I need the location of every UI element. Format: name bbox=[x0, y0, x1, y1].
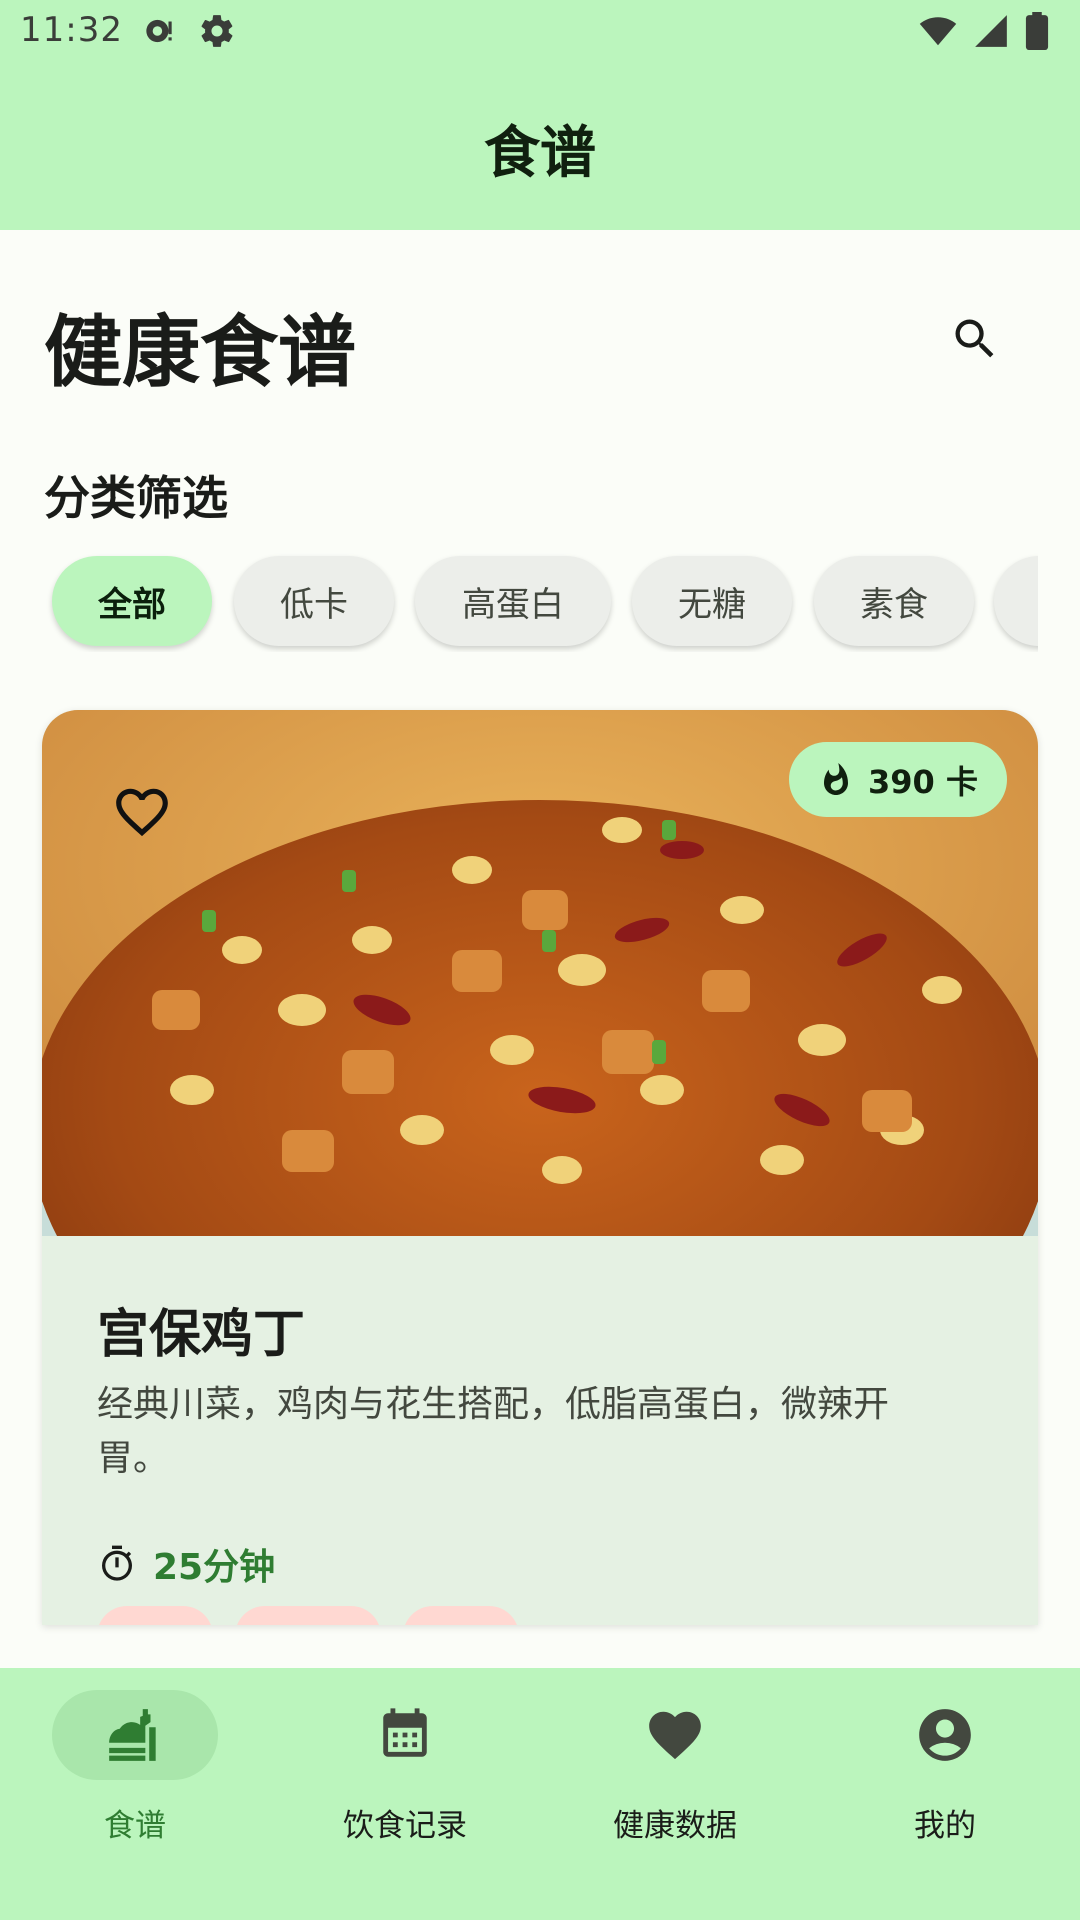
recipe-tag bbox=[403, 1606, 519, 1625]
nav-indicator bbox=[322, 1690, 488, 1780]
wifi-icon bbox=[919, 17, 957, 46]
bottom-navigation: 食谱 饮食记录 健康数据 我的 bbox=[0, 1668, 1080, 1920]
heart-icon bbox=[649, 1711, 701, 1760]
status-time: 11:32 bbox=[20, 10, 123, 50]
chip-vegetarian[interactable]: 素食 bbox=[814, 556, 974, 646]
recipe-icon bbox=[109, 1709, 156, 1761]
recipe-tag bbox=[97, 1606, 213, 1625]
top-app-bar: 11:32 食谱 bbox=[0, 0, 1080, 230]
chip-sugar-free[interactable]: 无糖 bbox=[632, 556, 792, 646]
cook-time-value: 25分钟 bbox=[153, 1547, 276, 1588]
nav-item-recipes[interactable]: 食谱 bbox=[0, 1690, 270, 1850]
search-button[interactable] bbox=[940, 304, 1010, 374]
nav-item-diet-log[interactable]: 饮食记录 bbox=[270, 1690, 540, 1850]
status-right-icons bbox=[918, 12, 1050, 50]
settings-icon bbox=[201, 15, 233, 47]
app-bar-title: 食谱 bbox=[484, 121, 596, 186]
nav-label-diet-log: 饮食记录 bbox=[343, 1808, 467, 1844]
favorite-button[interactable] bbox=[102, 772, 182, 852]
status-bar: 11:32 bbox=[0, 0, 1080, 64]
page-title: 健康食谱 bbox=[44, 308, 357, 398]
nav-indicator bbox=[862, 1690, 1028, 1780]
notification-icon bbox=[146, 19, 172, 43]
status-left-icons bbox=[140, 12, 236, 50]
recipe-description: 经典川菜，鸡肉与花生搭配，低脂高蛋白，微辣开胃。 bbox=[97, 1384, 890, 1479]
flame-icon bbox=[824, 762, 849, 795]
chip-all[interactable]: 全部 bbox=[52, 556, 212, 646]
calorie-badge: 390 卡 bbox=[789, 742, 1007, 817]
calendar-icon bbox=[383, 1708, 427, 1757]
timer-icon bbox=[102, 1545, 132, 1581]
nav-indicator bbox=[52, 1690, 218, 1780]
chip-high-protein[interactable]: 高蛋白 bbox=[415, 556, 611, 646]
cellular-signal-icon bbox=[975, 15, 1007, 47]
filter-heading: 分类筛选 bbox=[44, 471, 228, 525]
cook-time: 25分钟 bbox=[97, 1538, 275, 1590]
nav-indicator bbox=[592, 1690, 758, 1780]
recipe-tag bbox=[235, 1606, 381, 1625]
battery-icon bbox=[1025, 12, 1049, 50]
nav-label-recipes: 食谱 bbox=[104, 1808, 166, 1844]
account-icon bbox=[919, 1709, 971, 1761]
recipe-card-body: 宫保鸡丁 经典川菜，鸡肉与花生搭配，低脂高蛋白，微辣开胃。 25分钟 bbox=[42, 1236, 1038, 1625]
chip-more[interactable] bbox=[994, 556, 1038, 646]
calorie-value: 390 卡 bbox=[868, 762, 978, 801]
search-icon bbox=[955, 319, 994, 358]
nav-item-health-data[interactable]: 健康数据 bbox=[540, 1690, 810, 1850]
nav-label-health-data: 健康数据 bbox=[613, 1808, 737, 1844]
recipe-card[interactable]: 390 卡 宫保鸡丁 经典川菜，鸡肉与花生搭配，低脂高蛋白，微辣开胃。 25分钟 bbox=[42, 710, 1038, 1625]
filter-chips-row: 全部 低卡 高蛋白 无糖 素食 bbox=[42, 552, 1038, 652]
recipe-title: 宫保鸡丁 bbox=[97, 1305, 306, 1365]
chip-low-calorie[interactable]: 低卡 bbox=[234, 556, 394, 646]
nav-label-profile: 我的 bbox=[914, 1808, 976, 1844]
heart-outline-icon bbox=[116, 788, 168, 837]
recipe-tags bbox=[97, 1606, 519, 1625]
nav-item-profile[interactable]: 我的 bbox=[810, 1690, 1080, 1850]
